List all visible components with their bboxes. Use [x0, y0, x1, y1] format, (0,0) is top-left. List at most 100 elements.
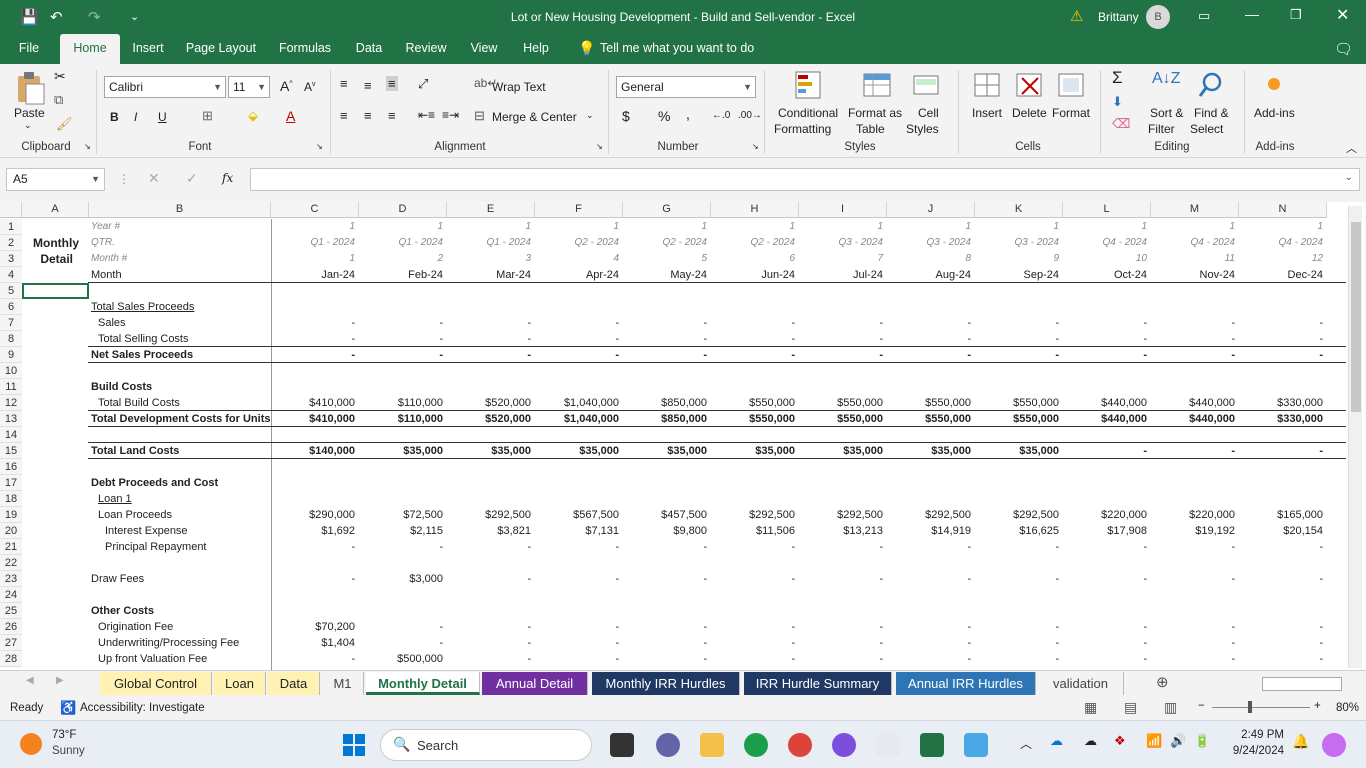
decrease-indent-icon[interactable]: ⇤≡: [418, 108, 435, 122]
cell-f19[interactable]: $567,500: [535, 507, 623, 523]
cell-a2[interactable]: Monthly: [22, 235, 89, 251]
tab-home[interactable]: Home: [60, 34, 120, 64]
cell-f8[interactable]: -: [535, 331, 623, 347]
tab-insert[interactable]: Insert: [126, 34, 170, 64]
cell-m3[interactable]: 11: [1151, 251, 1239, 267]
cell-h20[interactable]: $11,506: [711, 523, 799, 539]
cell-j28[interactable]: -: [887, 651, 975, 667]
page-layout-view-icon[interactable]: ▤: [1124, 699, 1137, 716]
column-header-f[interactable]: F: [535, 202, 623, 218]
cell-b21[interactable]: Principal Repayment: [105, 539, 207, 555]
cell-g13[interactable]: $850,000: [623, 411, 711, 427]
row-header-27[interactable]: 27: [0, 635, 22, 651]
find-select-icon[interactable]: [1196, 70, 1226, 100]
row-header-19[interactable]: 19: [0, 507, 22, 523]
cell-b11[interactable]: Build Costs: [91, 379, 152, 395]
cell-b17[interactable]: Debt Proceeds and Cost: [91, 475, 218, 491]
chrome-icon[interactable]: [788, 733, 812, 757]
cell-e27[interactable]: -: [447, 635, 535, 651]
cell-k4[interactable]: Sep-24: [975, 267, 1063, 283]
cell-e15[interactable]: $35,000: [447, 443, 535, 459]
wifi-icon[interactable]: 📶: [1146, 733, 1162, 749]
underline-icon[interactable]: U: [158, 110, 167, 124]
row-header-21[interactable]: 21: [0, 539, 22, 555]
cell-l28[interactable]: -: [1063, 651, 1151, 667]
cell-d3[interactable]: 2: [359, 251, 447, 267]
cell-d9[interactable]: -: [359, 347, 447, 363]
cell-g21[interactable]: -: [623, 539, 711, 555]
close-icon[interactable]: ✕: [1336, 5, 1349, 25]
row-header-10[interactable]: 10: [0, 363, 22, 379]
cell-b1[interactable]: Year #: [91, 219, 120, 235]
excel-taskbar-icon[interactable]: [920, 733, 944, 757]
sheet-tab-validation[interactable]: validation: [1038, 672, 1124, 695]
cell-g23[interactable]: -: [623, 571, 711, 587]
cell-c8[interactable]: -: [271, 331, 359, 347]
cell-h21[interactable]: -: [711, 539, 799, 555]
volume-icon[interactable]: 🔊: [1170, 733, 1186, 749]
row-header-9[interactable]: 9: [0, 347, 22, 363]
column-header-b[interactable]: B: [89, 202, 271, 218]
increase-indent-icon[interactable]: ≡⇥: [442, 108, 459, 122]
cell-l19[interactable]: $220,000: [1063, 507, 1151, 523]
row-header-16[interactable]: 16: [0, 459, 22, 475]
cell-k13[interactable]: $550,000: [975, 411, 1063, 427]
cell-e12[interactable]: $520,000: [447, 395, 535, 411]
sheet-tab-annual-detail[interactable]: Annual Detail: [482, 672, 588, 695]
cell-m7[interactable]: -: [1151, 315, 1239, 331]
cell-i12[interactable]: $550,000: [799, 395, 887, 411]
cell-b27[interactable]: Underwriting/Processing Fee: [98, 635, 239, 651]
taskbar-search[interactable]: 🔍 Search: [380, 729, 592, 761]
row-header-11[interactable]: 11: [0, 379, 22, 395]
cell-c9[interactable]: -: [271, 347, 359, 363]
insert-button[interactable]: Insert: [972, 106, 1002, 120]
cell-c28[interactable]: -: [271, 651, 359, 667]
cell-l8[interactable]: -: [1063, 331, 1151, 347]
column-header-g[interactable]: G: [623, 202, 711, 218]
dialog-launcher-icon[interactable]: ↘: [316, 142, 323, 151]
sheet-tab-irr-hurdle-summary[interactable]: IRR Hurdle Summary: [744, 672, 892, 695]
cell-k12[interactable]: $550,000: [975, 395, 1063, 411]
cell-e21[interactable]: -: [447, 539, 535, 555]
cell-n28[interactable]: -: [1239, 651, 1327, 667]
sheet-tab-annual-irr-hurdles[interactable]: Annual IRR Hurdles: [896, 672, 1036, 695]
copy-icon[interactable]: ⧉: [54, 92, 63, 108]
fill-icon[interactable]: ⬇: [1112, 94, 1123, 110]
cell-i26[interactable]: -: [799, 619, 887, 635]
cell-l9[interactable]: -: [1063, 347, 1151, 363]
row-header-23[interactable]: 23: [0, 571, 22, 587]
cell-k2[interactable]: Q3 - 2024: [975, 235, 1063, 251]
cell-j8[interactable]: -: [887, 331, 975, 347]
row-header-18[interactable]: 18: [0, 491, 22, 507]
comma-icon[interactable]: ,: [686, 106, 690, 122]
normal-view-icon[interactable]: ▦: [1084, 699, 1097, 716]
delete-button[interactable]: Delete: [1012, 106, 1047, 120]
cell-n13[interactable]: $330,000: [1239, 411, 1327, 427]
warning-icon[interactable]: ⚠: [1070, 7, 1083, 25]
tray-chevron-icon[interactable]: ︿: [1020, 735, 1032, 752]
cell-h28[interactable]: -: [711, 651, 799, 667]
cell-f21[interactable]: -: [535, 539, 623, 555]
cell-i21[interactable]: -: [799, 539, 887, 555]
cell-h19[interactable]: $292,500: [711, 507, 799, 523]
cell-f28[interactable]: -: [535, 651, 623, 667]
cell-e23[interactable]: -: [447, 571, 535, 587]
tab-page-layout[interactable]: Page Layout: [182, 34, 260, 64]
increase-decimal-icon[interactable]: ←.0: [712, 110, 730, 121]
cell-d19[interactable]: $72,500: [359, 507, 447, 523]
cloud-icon[interactable]: ☁: [1084, 733, 1097, 749]
vertical-scrollbar[interactable]: [1348, 206, 1362, 668]
cell-b25[interactable]: Other Costs: [91, 603, 154, 619]
cell-g19[interactable]: $457,500: [623, 507, 711, 523]
cell-styles-icon[interactable]: [912, 70, 942, 100]
currency-icon[interactable]: $: [622, 108, 630, 124]
cell-b4[interactable]: Month: [91, 267, 122, 283]
cell-c2[interactable]: Q1 - 2024: [271, 235, 359, 251]
cell-l27[interactable]: -: [1063, 635, 1151, 651]
cell-e26[interactable]: -: [447, 619, 535, 635]
cell-k8[interactable]: -: [975, 331, 1063, 347]
scroll-left-icon[interactable]: ◀: [26, 675, 34, 686]
cell-g1[interactable]: 1: [623, 219, 711, 235]
dropbox-icon[interactable]: ❖: [1114, 733, 1126, 749]
cell-n2[interactable]: Q4 - 2024: [1239, 235, 1327, 251]
